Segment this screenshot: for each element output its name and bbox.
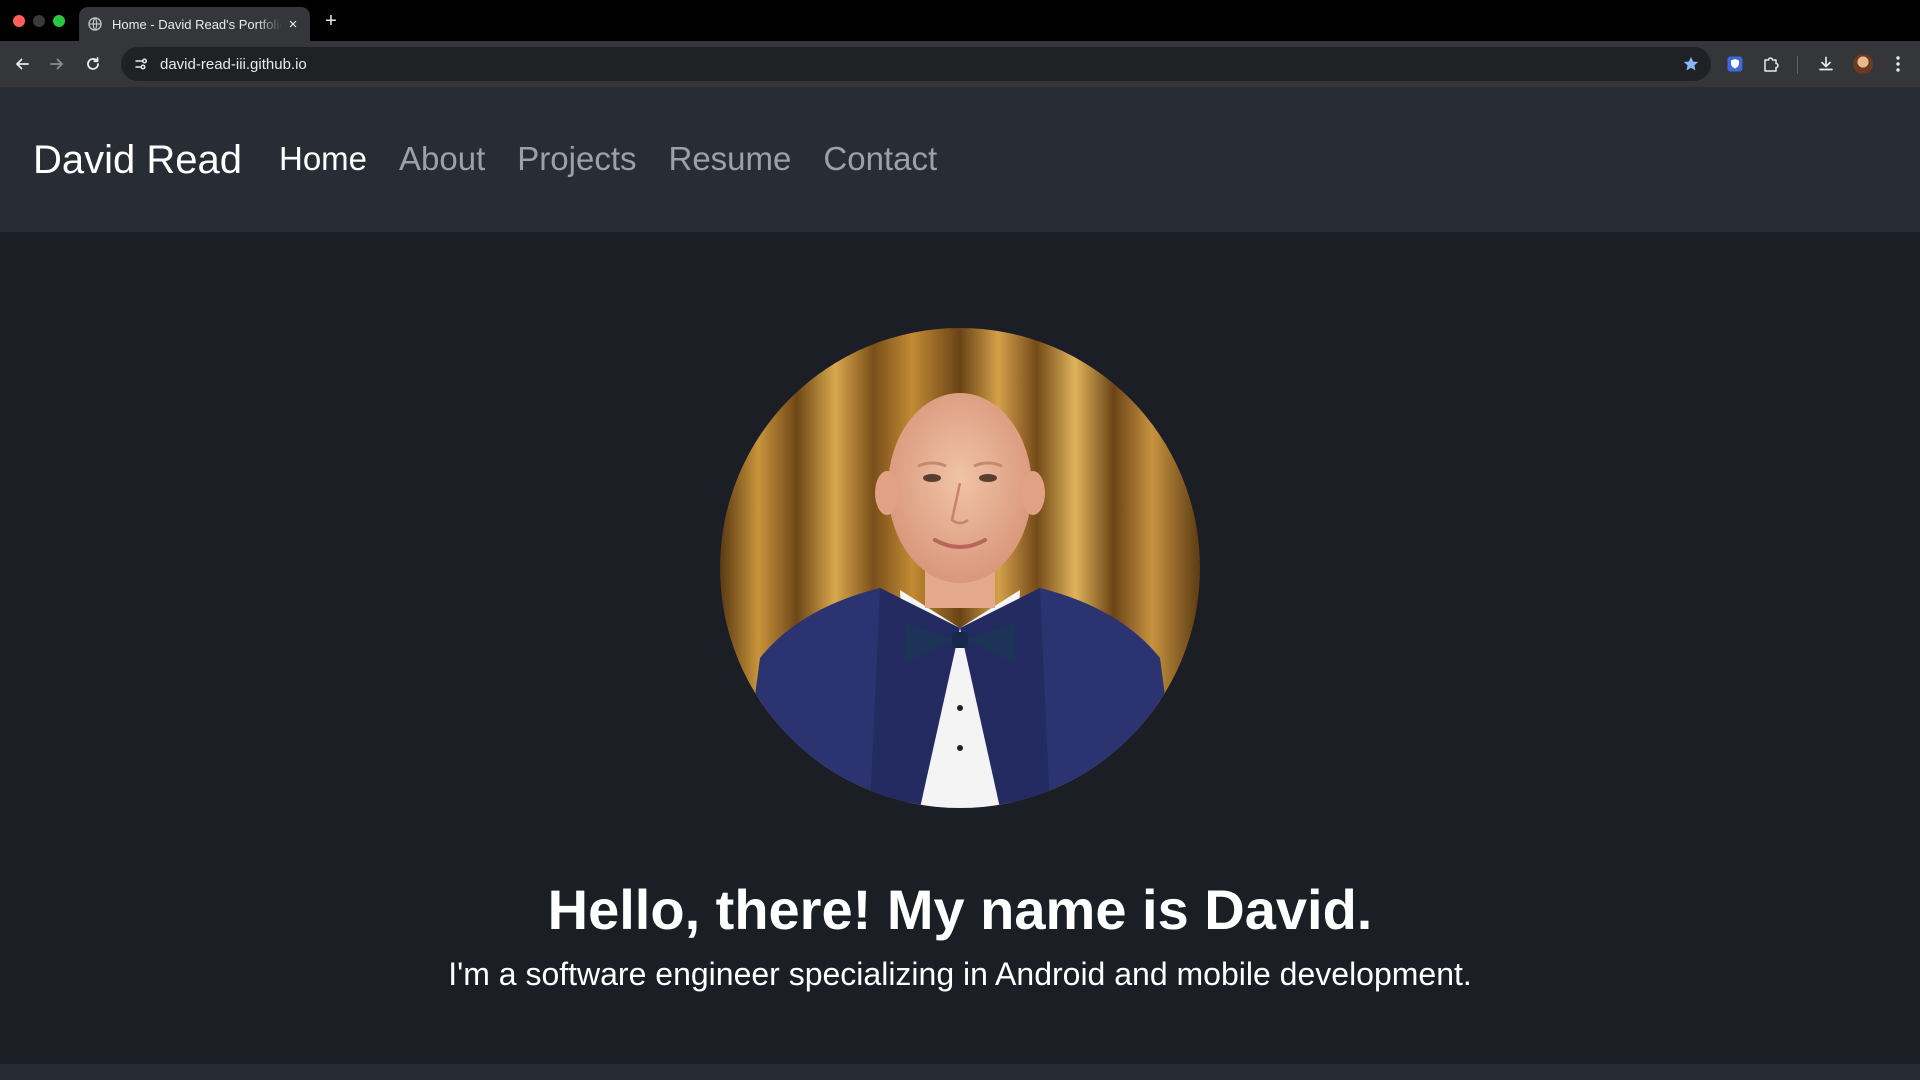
browser-toolbar: david-read-iii.github.io	[0, 41, 1920, 87]
profile-avatar[interactable]	[1853, 54, 1873, 74]
reload-icon[interactable]	[78, 49, 108, 79]
minimize-window-button[interactable]	[33, 15, 45, 27]
nav-link-projects[interactable]: Projects	[517, 142, 636, 175]
toolbar-divider	[1797, 56, 1798, 74]
download-icon[interactable]	[1811, 49, 1841, 79]
tab-close-icon[interactable]: ×	[284, 15, 302, 33]
address-bar[interactable]: david-read-iii.github.io	[121, 47, 1711, 81]
address-bar-url: david-read-iii.github.io	[160, 55, 307, 73]
site-settings-icon[interactable]	[126, 49, 156, 79]
profile-photo	[720, 328, 1200, 808]
globe-icon	[87, 16, 103, 32]
hero-section: Hello, there! My name is David. I'm a so…	[0, 232, 1920, 1064]
hero-subline: I'm a software engineer specializing in …	[448, 956, 1472, 992]
nav-link-about[interactable]: About	[399, 142, 485, 175]
hero-headline: Hello, there! My name is David.	[547, 877, 1373, 941]
footer-edge	[0, 1064, 1920, 1080]
site-brand-link[interactable]: David Read	[33, 140, 242, 180]
forward-arrow-icon[interactable]	[42, 49, 72, 79]
extensions-puzzle-icon[interactable]	[1756, 49, 1786, 79]
nav-link-resume[interactable]: Resume	[669, 142, 792, 175]
maximize-window-button[interactable]	[53, 15, 65, 27]
tab-title: Home - David Read's Portfolio	[112, 16, 282, 32]
back-arrow-icon[interactable]	[7, 49, 37, 79]
bookmark-star-icon[interactable]	[1681, 54, 1701, 74]
new-tab-button[interactable]: +	[320, 10, 342, 32]
browser-tab-active[interactable]: Home - David Read's Portfolio ×	[79, 7, 310, 41]
browser-tab-strip: Home - David Read's Portfolio × +	[0, 0, 1920, 41]
close-window-button[interactable]	[13, 15, 25, 27]
nav-links: Home About Projects Resume Contact	[279, 142, 937, 175]
more-menu-icon[interactable]	[1883, 49, 1913, 79]
bitwarden-shield-icon[interactable]	[1720, 49, 1750, 79]
nav-link-contact[interactable]: Contact	[823, 142, 937, 175]
nav-link-home[interactable]: Home	[279, 142, 367, 175]
site-navbar: David Read Home About Projects Resume Co…	[0, 87, 1920, 232]
